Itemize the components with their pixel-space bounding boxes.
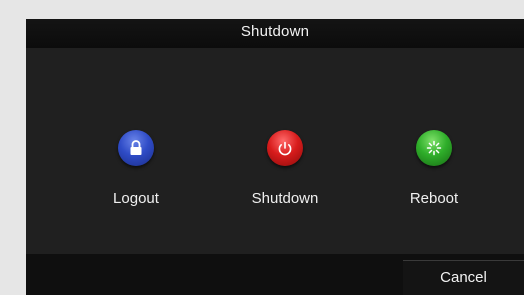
- power-icon: [267, 130, 303, 166]
- lock-icon: [118, 130, 154, 166]
- cancel-button[interactable]: Cancel: [403, 260, 524, 295]
- page: Shutdown Logout Shutdown Reboot Cancel: [0, 0, 524, 295]
- reboot-label: Reboot: [409, 190, 459, 207]
- shutdown-dialog: Shutdown Logout Shutdown Reboot Cancel: [26, 19, 524, 295]
- shutdown-label: Shutdown: [251, 190, 319, 207]
- dialog-title: Shutdown: [240, 23, 310, 40]
- shutdown-button[interactable]: Shutdown: [220, 130, 350, 230]
- dialog-title-bar: Shutdown: [26, 19, 524, 48]
- reboot-button[interactable]: Reboot: [369, 130, 499, 230]
- reboot-icon: [416, 130, 452, 166]
- dialog-body: Logout Shutdown Reboot: [26, 48, 524, 254]
- dialog-footer: Cancel: [26, 254, 524, 295]
- logout-button[interactable]: Logout: [71, 130, 201, 230]
- logout-label: Logout: [113, 190, 159, 207]
